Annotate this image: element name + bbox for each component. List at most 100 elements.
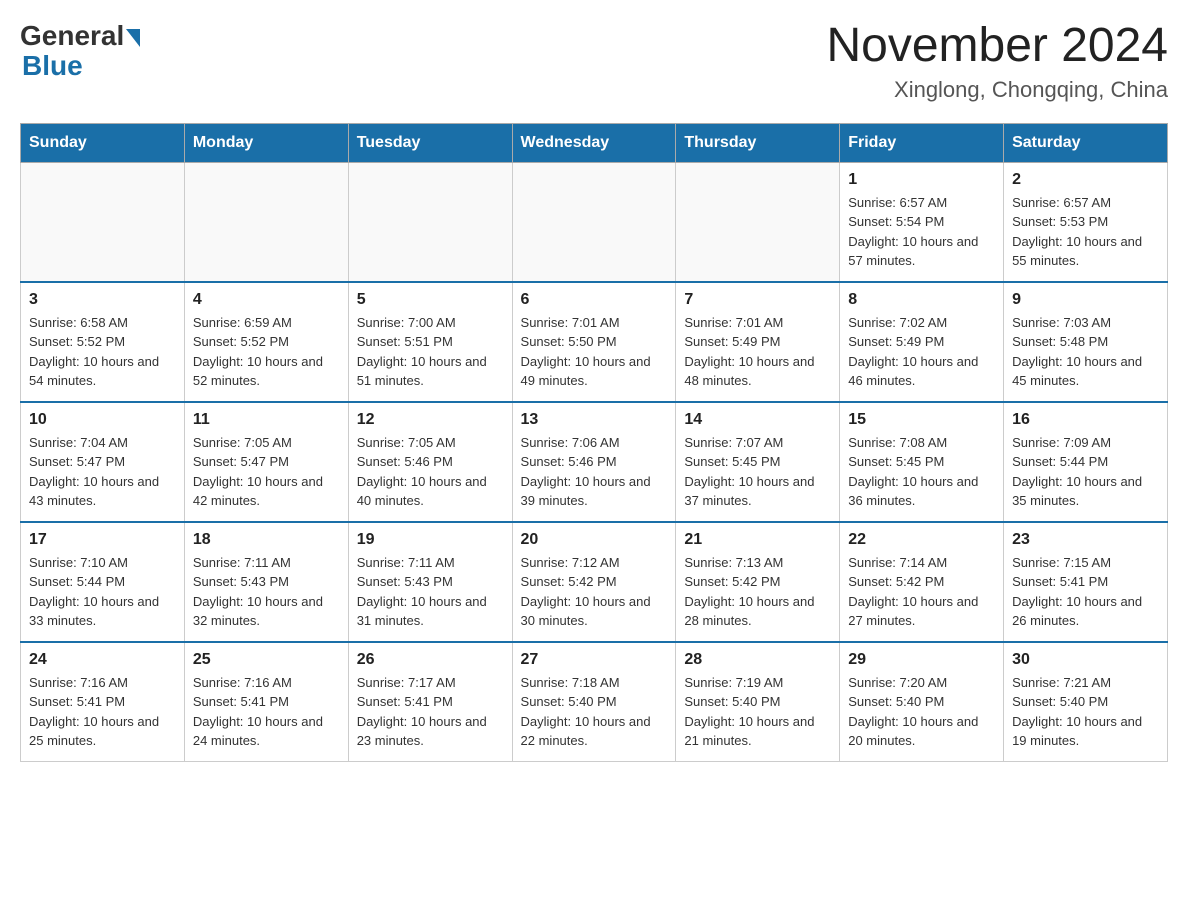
logo: General Blue xyxy=(20,20,140,82)
logo-arrow-icon xyxy=(126,29,140,47)
day-number: 22 xyxy=(848,531,995,549)
table-row: 22Sunrise: 7:14 AM Sunset: 5:42 PM Dayli… xyxy=(840,522,1004,642)
day-number: 4 xyxy=(193,291,340,309)
table-row: 2 Sunrise: 6:57 AM Sunset: 5:53 PM Daylig… xyxy=(1004,162,1168,282)
day-info: Sunrise: 7:19 AM Sunset: 5:40 PM Dayligh… xyxy=(684,673,831,751)
day-number: 9 xyxy=(1012,291,1159,309)
table-row: 14 Sunrise: 7:07 AM Sunset: 5:45 PM Dayli… xyxy=(676,402,840,522)
table-row: 6Sunrise: 7:01 AM Sunset: 5:50 PM Daylig… xyxy=(512,282,676,402)
table-row: 7 Sunrise: 7:01 AM Sunset: 5:49 PM Daylig… xyxy=(676,282,840,402)
day-number: 26 xyxy=(357,651,504,669)
day-info: Sunrise: 7:05 AM Sunset: 5:46 PM Dayligh… xyxy=(357,433,504,511)
header-thursday: Thursday xyxy=(676,123,840,162)
logo-blue-text: Blue xyxy=(22,50,83,82)
day-number: 27 xyxy=(521,651,668,669)
calendar-week-row: 10Sunrise: 7:04 AM Sunset: 5:47 PM Dayli… xyxy=(21,402,1168,522)
header-wednesday: Wednesday xyxy=(512,123,676,162)
day-info: Sunrise: 7:13 AM Sunset: 5:42 PM Dayligh… xyxy=(684,553,831,631)
table-row: 18Sunrise: 7:11 AM Sunset: 5:43 PM Dayli… xyxy=(184,522,348,642)
day-number: 3 xyxy=(29,291,176,309)
day-number: 21 xyxy=(684,531,831,549)
day-number: 28 xyxy=(684,651,831,669)
page-header: General Blue November 2024 Xinglong, Cho… xyxy=(20,20,1168,103)
day-info: Sunrise: 7:06 AM Sunset: 5:46 PM Dayligh… xyxy=(521,433,668,511)
day-number: 1 xyxy=(848,171,995,189)
day-info: Sunrise: 7:07 AM Sunset: 5:45 PM Dayligh… xyxy=(684,433,831,511)
location-subtitle: Xinglong, Chongqing, China xyxy=(826,77,1168,103)
table-row: 24 Sunrise: 7:16 AM Sunset: 5:41 PM Dayli… xyxy=(21,642,185,762)
table-row: 10Sunrise: 7:04 AM Sunset: 5:47 PM Dayli… xyxy=(21,402,185,522)
month-year-title: November 2024 xyxy=(826,20,1168,73)
day-number: 25 xyxy=(193,651,340,669)
calendar-week-row: 17 Sunrise: 7:10 AM Sunset: 5:44 PM Dayli… xyxy=(21,522,1168,642)
table-row: 29 Sunrise: 7:20 AM Sunset: 5:40 PM Dayli… xyxy=(840,642,1004,762)
day-number: 24 xyxy=(29,651,176,669)
calendar-week-row: 3 Sunrise: 6:58 AM Sunset: 5:52 PM Daylig… xyxy=(21,282,1168,402)
day-info: Sunrise: 7:20 AM Sunset: 5:40 PM Dayligh… xyxy=(848,673,995,751)
table-row: 9 Sunrise: 7:03 AM Sunset: 5:48 PM Daylig… xyxy=(1004,282,1168,402)
day-number: 29 xyxy=(848,651,995,669)
table-row: 25Sunrise: 7:16 AM Sunset: 5:41 PM Dayli… xyxy=(184,642,348,762)
day-number: 10 xyxy=(29,411,176,429)
day-number: 15 xyxy=(848,411,995,429)
day-info: Sunrise: 7:03 AM Sunset: 5:48 PM Dayligh… xyxy=(1012,313,1159,391)
title-block: November 2024 Xinglong, Chongqing, China xyxy=(826,20,1168,103)
header-saturday: Saturday xyxy=(1004,123,1168,162)
table-row: 21 Sunrise: 7:13 AM Sunset: 5:42 PM Dayli… xyxy=(676,522,840,642)
weekday-header-row: Sunday Monday Tuesday Wednesday Thursday… xyxy=(21,123,1168,162)
day-info: Sunrise: 7:12 AM Sunset: 5:42 PM Dayligh… xyxy=(521,553,668,631)
table-row xyxy=(512,162,676,282)
day-number: 7 xyxy=(684,291,831,309)
day-info: Sunrise: 7:10 AM Sunset: 5:44 PM Dayligh… xyxy=(29,553,176,631)
day-number: 2 xyxy=(1012,171,1159,189)
table-row xyxy=(184,162,348,282)
day-number: 12 xyxy=(357,411,504,429)
day-number: 23 xyxy=(1012,531,1159,549)
day-number: 14 xyxy=(684,411,831,429)
calendar-week-row: 1 Sunrise: 6:57 AM Sunset: 5:54 PM Daylig… xyxy=(21,162,1168,282)
day-info: Sunrise: 7:11 AM Sunset: 5:43 PM Dayligh… xyxy=(357,553,504,631)
day-number: 17 xyxy=(29,531,176,549)
day-number: 16 xyxy=(1012,411,1159,429)
table-row: 8Sunrise: 7:02 AM Sunset: 5:49 PM Daylig… xyxy=(840,282,1004,402)
day-info: Sunrise: 6:58 AM Sunset: 5:52 PM Dayligh… xyxy=(29,313,176,391)
table-row xyxy=(348,162,512,282)
table-row: 3 Sunrise: 6:58 AM Sunset: 5:52 PM Daylig… xyxy=(21,282,185,402)
logo-text: General xyxy=(20,20,140,52)
table-row: 17 Sunrise: 7:10 AM Sunset: 5:44 PM Dayli… xyxy=(21,522,185,642)
table-row: 20Sunrise: 7:12 AM Sunset: 5:42 PM Dayli… xyxy=(512,522,676,642)
header-tuesday: Tuesday xyxy=(348,123,512,162)
day-info: Sunrise: 7:09 AM Sunset: 5:44 PM Dayligh… xyxy=(1012,433,1159,511)
day-info: Sunrise: 7:00 AM Sunset: 5:51 PM Dayligh… xyxy=(357,313,504,391)
day-info: Sunrise: 7:08 AM Sunset: 5:45 PM Dayligh… xyxy=(848,433,995,511)
day-info: Sunrise: 7:02 AM Sunset: 5:49 PM Dayligh… xyxy=(848,313,995,391)
logo-general-text: General xyxy=(20,20,124,52)
table-row: 28 Sunrise: 7:19 AM Sunset: 5:40 PM Dayli… xyxy=(676,642,840,762)
table-row: 4 Sunrise: 6:59 AM Sunset: 5:52 PM Daylig… xyxy=(184,282,348,402)
day-info: Sunrise: 7:15 AM Sunset: 5:41 PM Dayligh… xyxy=(1012,553,1159,631)
table-row: 15 Sunrise: 7:08 AM Sunset: 5:45 PM Dayli… xyxy=(840,402,1004,522)
day-info: Sunrise: 7:05 AM Sunset: 5:47 PM Dayligh… xyxy=(193,433,340,511)
day-info: Sunrise: 7:17 AM Sunset: 5:41 PM Dayligh… xyxy=(357,673,504,751)
day-info: Sunrise: 6:57 AM Sunset: 5:54 PM Dayligh… xyxy=(848,193,995,271)
table-row: 1 Sunrise: 6:57 AM Sunset: 5:54 PM Daylig… xyxy=(840,162,1004,282)
day-number: 13 xyxy=(521,411,668,429)
calendar-week-row: 24 Sunrise: 7:16 AM Sunset: 5:41 PM Dayli… xyxy=(21,642,1168,762)
day-info: Sunrise: 6:59 AM Sunset: 5:52 PM Dayligh… xyxy=(193,313,340,391)
day-info: Sunrise: 7:16 AM Sunset: 5:41 PM Dayligh… xyxy=(29,673,176,751)
day-number: 5 xyxy=(357,291,504,309)
day-number: 6 xyxy=(521,291,668,309)
calendar-table: Sunday Monday Tuesday Wednesday Thursday… xyxy=(20,123,1168,762)
day-info: Sunrise: 7:01 AM Sunset: 5:49 PM Dayligh… xyxy=(684,313,831,391)
table-row: 30Sunrise: 7:21 AM Sunset: 5:40 PM Dayli… xyxy=(1004,642,1168,762)
table-row xyxy=(676,162,840,282)
table-row: 5 Sunrise: 7:00 AM Sunset: 5:51 PM Daylig… xyxy=(348,282,512,402)
table-row: 11Sunrise: 7:05 AM Sunset: 5:47 PM Dayli… xyxy=(184,402,348,522)
table-row xyxy=(21,162,185,282)
header-sunday: Sunday xyxy=(21,123,185,162)
table-row: 19Sunrise: 7:11 AM Sunset: 5:43 PM Dayli… xyxy=(348,522,512,642)
day-info: Sunrise: 7:21 AM Sunset: 5:40 PM Dayligh… xyxy=(1012,673,1159,751)
day-number: 18 xyxy=(193,531,340,549)
table-row: 12 Sunrise: 7:05 AM Sunset: 5:46 PM Dayli… xyxy=(348,402,512,522)
day-info: Sunrise: 6:57 AM Sunset: 5:53 PM Dayligh… xyxy=(1012,193,1159,271)
